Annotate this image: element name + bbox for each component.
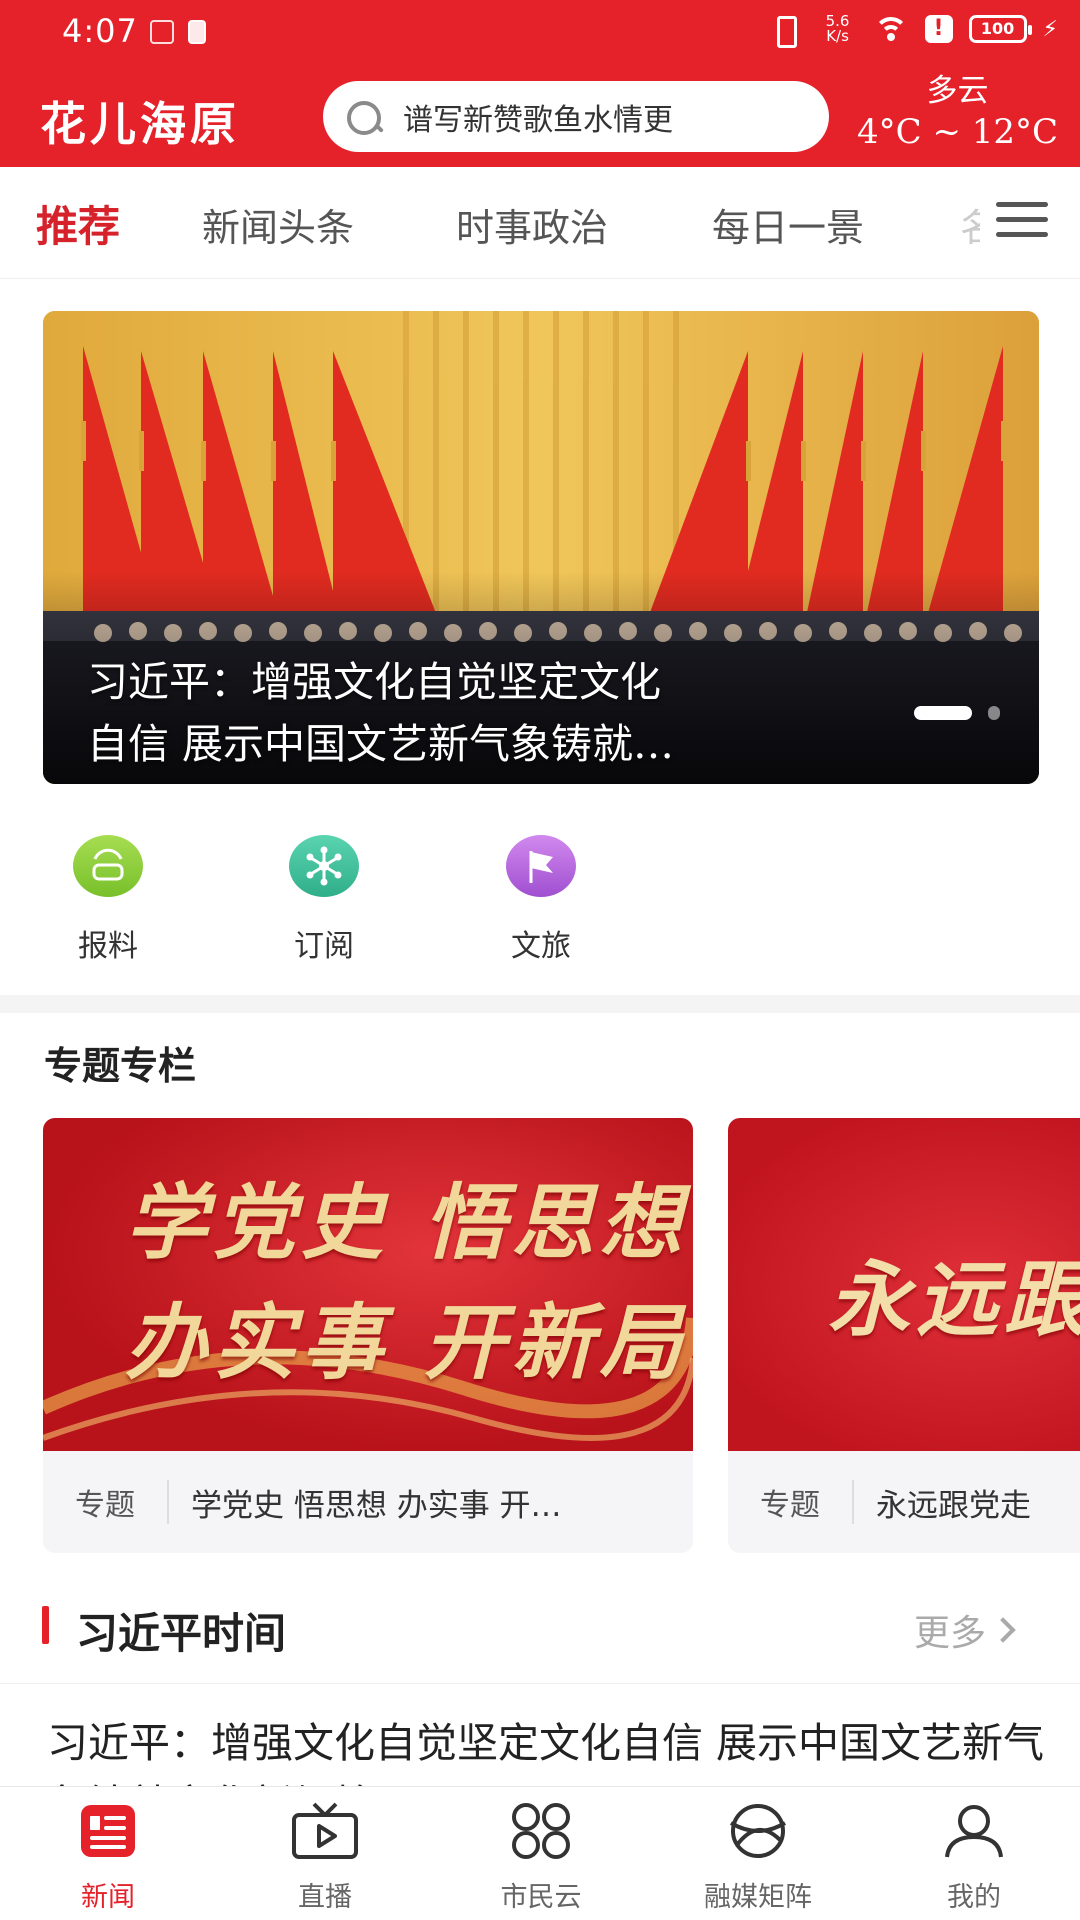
notification-icon: [150, 20, 174, 44]
banner-caption: 习近平：增强文化自觉坚定文化 自信 展示中国文艺新气象铸就…: [87, 651, 887, 775]
weather-temperature: 4°C ~ 12°C: [856, 112, 1059, 152]
culture-travel-icon: [506, 835, 576, 897]
quick-action-report[interactable]: 报料: [48, 835, 168, 965]
nav-label: 新闻: [81, 1882, 135, 1913]
tab-politics[interactable]: 时事政治: [456, 197, 608, 252]
media-matrix-icon: [723, 1801, 793, 1861]
sim-icon: [188, 20, 206, 44]
network-speed: 5.6 K/s: [819, 14, 857, 44]
channel-tabs: 推荐 新闻头条 时事政治 每日一景 名: [0, 167, 1080, 279]
topic-tag: 专题: [75, 1480, 169, 1524]
tab-daily-scene[interactable]: 每日一景: [712, 197, 864, 252]
wifi-icon: [873, 15, 909, 43]
quick-action-label: 报料: [78, 929, 138, 964]
tab-partial[interactable]: 名: [960, 197, 980, 252]
search-icon: [345, 97, 385, 137]
article-title[interactable]: 习近平：增强文化自觉坚定文化自信 展示中国文艺新气象铸就文化新辉煌: [47, 1712, 1047, 1786]
nav-label: 直播: [298, 1882, 352, 1913]
app-title: 花儿海原: [40, 97, 240, 151]
topic-name: 永远跟党走: [876, 1487, 1031, 1524]
tab-recommend[interactable]: 推荐: [36, 193, 120, 254]
quick-actions: 报料 订阅 文旅: [0, 820, 1080, 990]
more-link[interactable]: 更多: [914, 1604, 1016, 1656]
topic-card-image: 永远跟: [728, 1118, 1080, 1451]
status-time: 4:07: [62, 12, 138, 50]
weather-widget[interactable]: 多云 4°C ~ 12°C: [855, 72, 1060, 154]
section-divider: [0, 995, 1080, 1013]
topic-image-text-line2: 办实事 开新局: [125, 1295, 688, 1391]
report-icon: [73, 835, 143, 897]
nav-live[interactable]: 直播: [245, 1801, 405, 1914]
app-header: 4:07 5.6 K/s ! 100 ⚡ 花儿海原 谱写新赞歌鱼水情更 多云 4…: [0, 0, 1080, 167]
nav-media-matrix[interactable]: 融媒矩阵: [678, 1801, 838, 1914]
topic-tag: 专题: [760, 1480, 854, 1524]
quick-action-subscribe[interactable]: 订阅: [264, 835, 384, 965]
live-tv-icon: [290, 1801, 360, 1861]
quick-action-label: 订阅: [294, 929, 354, 964]
xi-section-title: 习近平时间: [76, 1609, 287, 1658]
weather-condition: 多云: [926, 73, 989, 109]
tab-headlines[interactable]: 新闻头条: [202, 197, 354, 252]
nav-citizen-cloud[interactable]: 市民云: [461, 1801, 621, 1914]
banner-caption-line1: 习近平：增强文化自觉坚定文化: [87, 658, 661, 706]
profile-icon: [939, 1801, 1009, 1861]
banner-caption-line2: 自信 展示中国文艺新气象铸就…: [87, 720, 675, 768]
subscribe-icon: [289, 835, 359, 897]
nav-label: 融媒矩阵: [704, 1882, 812, 1913]
chevron-right-icon: [990, 1617, 1016, 1643]
news-icon: [73, 1801, 143, 1861]
status-right-group: 5.6 K/s ! 100 ⚡: [767, 14, 1058, 48]
nav-label: 我的: [947, 1882, 1001, 1913]
citizen-cloud-icon: [506, 1801, 576, 1861]
section-accent-bar: [42, 1606, 49, 1644]
headline-banner[interactable]: 习近平：增强文化自觉坚定文化 自信 展示中国文艺新气象铸就…: [43, 311, 1039, 784]
status-notification-icons: [150, 20, 206, 44]
section-divider-line: [0, 1683, 1080, 1684]
carousel-indicator-active[interactable]: [914, 706, 972, 720]
search-placeholder: 谱写新赞歌鱼水情更: [403, 102, 673, 138]
network-speed-unit: K/s: [826, 27, 849, 45]
topic-card[interactable]: 学党史 悟思想 办实事 开新局 专题 学党史 悟思想 办实事 开…: [43, 1118, 693, 1553]
quick-action-label: 文旅: [511, 929, 571, 964]
alert-icon: !: [924, 15, 953, 43]
topic-card-footer: 专题 永远跟党走: [728, 1451, 1080, 1553]
bottom-nav: 新闻 直播 市民云 融媒矩阵 我的: [0, 1786, 1080, 1920]
topic-card-footer: 专题 学党史 悟思想 办实事 开…: [43, 1451, 693, 1553]
topics-section-title: 专题专栏: [44, 1044, 197, 1088]
topic-card-image: 学党史 悟思想 办实事 开新局: [43, 1118, 693, 1451]
nav-label: 市民云: [500, 1882, 582, 1913]
charging-icon: ⚡: [1042, 16, 1058, 42]
nav-profile[interactable]: 我的: [894, 1801, 1054, 1914]
topic-image-text-line1: 学党史 悟思想: [125, 1175, 688, 1271]
topic-name: 学党史 悟思想 办实事 开…: [191, 1487, 562, 1524]
more-label: 更多: [914, 1613, 987, 1654]
nav-news[interactable]: 新闻: [28, 1801, 188, 1914]
topic-card[interactable]: 永远跟 专题 永远跟党走: [728, 1118, 1080, 1553]
status-bar: 4:07 5.6 K/s ! 100 ⚡: [0, 0, 1080, 66]
vibrate-icon: [767, 14, 803, 48]
topic-image-text-line1: 永远跟: [828, 1252, 1080, 1348]
carousel-indicator[interactable]: [988, 706, 1000, 720]
quick-action-culture-travel[interactable]: 文旅: [481, 835, 601, 965]
battery-icon: 100: [968, 15, 1032, 43]
search-input[interactable]: 谱写新赞歌鱼水情更: [323, 81, 829, 152]
channel-menu-icon[interactable]: [996, 202, 1048, 238]
